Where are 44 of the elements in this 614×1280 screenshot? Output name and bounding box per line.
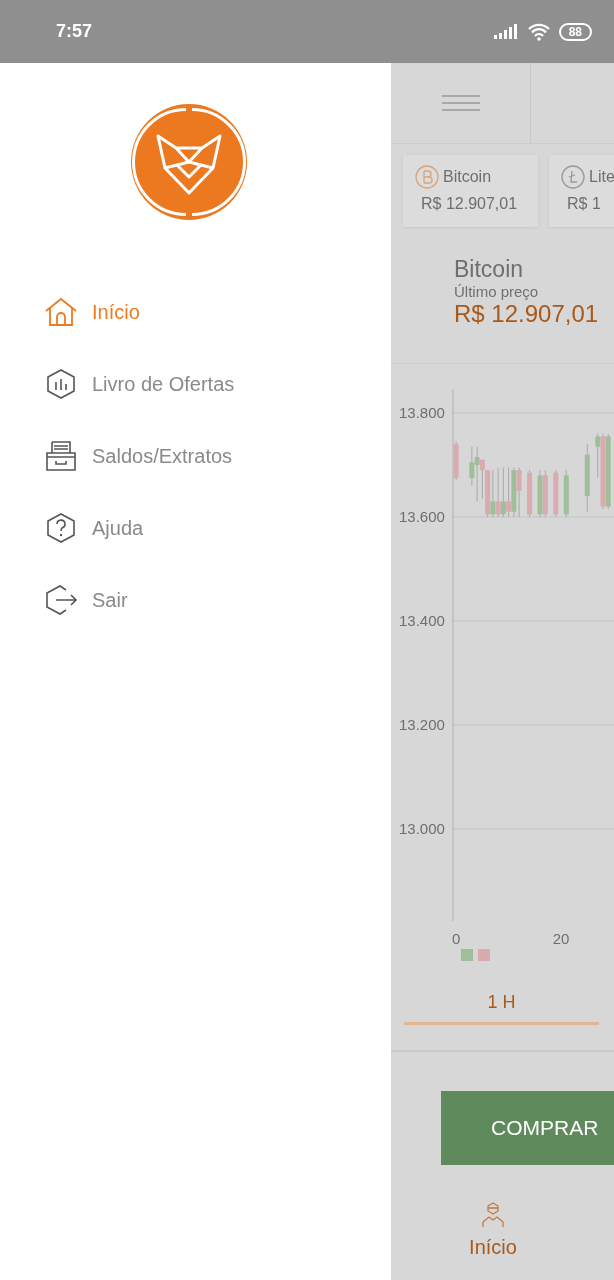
coin-title: Bitcoin <box>454 256 525 283</box>
file-drawer-icon <box>44 440 78 472</box>
coin-price: R$ 12.907,01 <box>420 195 519 213</box>
menu-item[interactable]: Saldos/Extratos <box>0 420 391 492</box>
coin-price: R$ 1 <box>566 195 602 213</box>
coin-name: Lite <box>589 168 614 186</box>
help-icon <box>44 512 78 544</box>
home-icon <box>44 297 78 327</box>
y-axis-label: 13.600 <box>399 507 445 525</box>
y-axis-label: 13.800 <box>399 403 445 421</box>
menu-item[interactable]: Livro de Ofertas <box>0 348 391 420</box>
coin-card[interactable]: Bitcoin R$ 12.907,01 <box>403 155 538 227</box>
menu-item[interactable]: Início <box>0 276 391 348</box>
candlestick <box>584 443 590 513</box>
wifi-icon <box>526 22 551 41</box>
x-axis-label: 0 <box>451 930 461 947</box>
bitcoin-icon <box>415 165 439 189</box>
exit-icon <box>44 584 78 616</box>
candlestick <box>563 469 569 518</box>
menu-icon[interactable] <box>440 94 481 112</box>
candlestick <box>453 441 459 482</box>
person-icon <box>481 1202 505 1228</box>
period-tab[interactable]: 1 H <box>404 983 599 1025</box>
clock: 7:57 <box>56 21 93 42</box>
candlestick <box>527 469 533 518</box>
menu-item[interactable]: Ajuda <box>0 492 391 564</box>
coin-card[interactable]: Lite R$ 1 <box>549 155 614 227</box>
candlestick <box>553 469 559 518</box>
x-axis-label: 20 <box>552 930 570 947</box>
nav-item[interactable]: Início <box>391 1202 595 1259</box>
menu-item[interactable]: Sair <box>0 564 391 636</box>
y-axis-label: 13.400 <box>399 611 445 629</box>
legend-swatch <box>461 949 473 961</box>
bar-chart-hexagon-icon <box>44 368 78 400</box>
last-price: R$ 12.907,01 <box>454 300 600 328</box>
battery-indicator: 88 <box>558 22 592 41</box>
buy-button[interactable]: COMPRAR <box>441 1091 614 1165</box>
signal-icon <box>492 23 519 40</box>
coin-name: Bitcoin <box>443 168 492 186</box>
legend-swatch <box>478 949 490 961</box>
price-label: Último preço <box>454 283 540 300</box>
y-axis-label: 13.000 <box>399 819 445 837</box>
y-axis-label: 13.200 <box>399 715 445 733</box>
litecoin-icon <box>561 165 585 189</box>
